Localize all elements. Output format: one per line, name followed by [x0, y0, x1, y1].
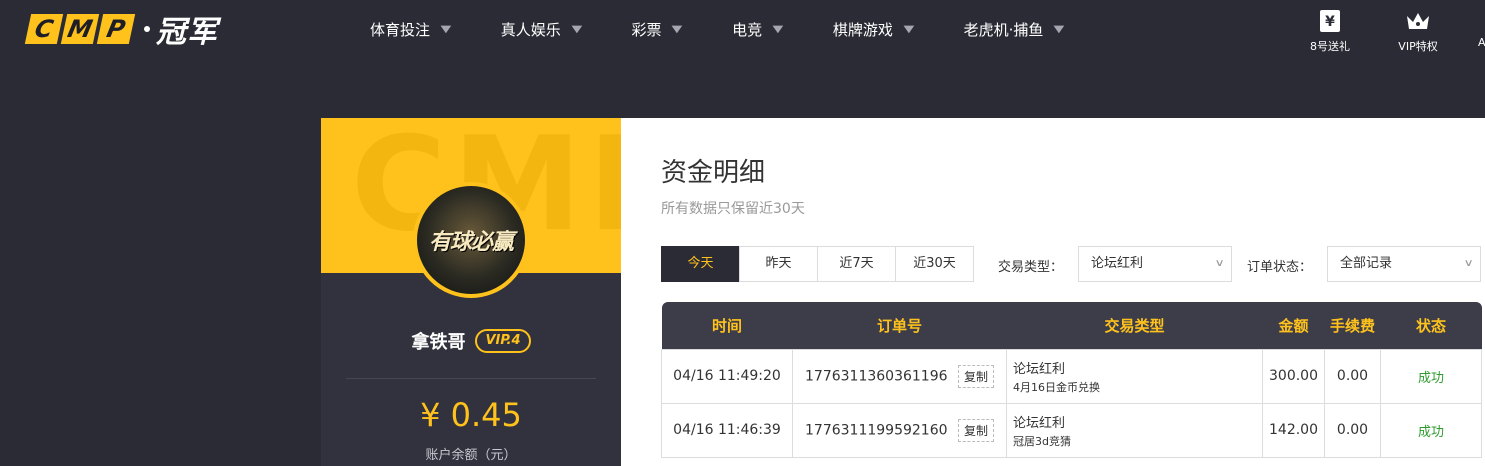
header-amount: 金额: [1262, 302, 1325, 349]
menu-item-card-games[interactable]: 棋牌游戏 ▼: [832, 0, 915, 60]
logo-dot: [144, 26, 150, 32]
status-badge: 成功: [1417, 370, 1444, 386]
header-type: 交易类型: [1006, 302, 1263, 349]
username-row: 拿铁哥 VIP.4: [321, 328, 621, 354]
row-fee: 0.00: [1324, 348, 1381, 404]
vip-privilege-button[interactable]: VIP特权: [1388, 8, 1448, 54]
row-type-detail: 4月16日金币兑换: [1013, 380, 1100, 394]
main-menu: 体育投注 ▼ 真人娱乐 ▼ 彩票 ▼ 电竞 ▼ 棋牌游戏 ▼ 老虎机·捕鱼 ▼: [370, 0, 1114, 60]
chevron-down-icon: ▼: [571, 24, 582, 35]
username: 拿铁哥: [411, 332, 466, 353]
chevron-down-icon: ∨: [1463, 258, 1474, 269]
chevron-down-icon: ▼: [671, 24, 683, 35]
row-status-cell: 成功: [1380, 348, 1482, 404]
profile-card: CMP 有球必赢 拿铁哥 VIP.4 ¥ 0.45 账户余额（元）: [321, 118, 621, 466]
transaction-type-value: 论坛红利: [1091, 256, 1144, 271]
order-status-label: 订单状态：: [1247, 260, 1313, 275]
logo-letter-c: C: [24, 14, 64, 44]
transactions-table: 时间 订单号 交易类型 金额 手续费 状态 04/16 11:49:20 177…: [661, 302, 1482, 458]
logo-letter-m: M: [60, 14, 100, 44]
tab-30-days[interactable]: 近30天: [895, 246, 974, 282]
menu-item-label: 电竞: [732, 21, 763, 39]
avatar-text: 有球必赢: [428, 230, 514, 255]
menu-item-slots-fishing[interactable]: 老虎机·捕鱼 ▼: [963, 0, 1065, 60]
copy-button[interactable]: 复制: [957, 364, 994, 388]
row-type-cell: 论坛红利 4月16日金币兑换: [1006, 348, 1263, 404]
row-time: 04/16 11:46:39: [661, 402, 793, 458]
chevron-down-icon: ▼: [903, 24, 915, 35]
gift-8th-label: 8号送礼: [1310, 40, 1350, 53]
chevron-down-icon: ∨: [1214, 258, 1225, 269]
row-order-cell: 1776311360361196 复制: [792, 348, 1007, 404]
header-order-no: 订单号: [792, 302, 1007, 349]
menu-item-label: 彩票: [631, 21, 662, 39]
table-row: 04/16 11:46:39 1776311199592160 复制 论坛红利 …: [661, 402, 1482, 458]
top-nav: C M P 冠军 体育投注 ▼ 真人娱乐 ▼ 彩票 ▼ 电竞 ▼ 棋牌游戏 ▼ …: [0, 0, 1485, 60]
page-title: 资金明细: [661, 158, 766, 188]
transaction-type-select[interactable]: 论坛红利 ∨: [1078, 246, 1232, 282]
row-order-number: 1776311199592160: [805, 422, 948, 438]
nav-truncated-label[interactable]: A: [1478, 36, 1485, 49]
account-balance-label: 账户余额（元）: [425, 448, 517, 463]
page-subtitle: 所有数据只保留近30天: [661, 201, 805, 217]
row-time: 04/16 11:49:20: [661, 348, 793, 404]
transaction-type-label: 交易类型：: [998, 260, 1064, 275]
profile-divider: [346, 378, 596, 379]
tab-7-days[interactable]: 近7天: [817, 246, 896, 282]
table-header-row: 时间 订单号 交易类型 金额 手续费 状态: [661, 302, 1482, 349]
row-type-detail: 冠居3d竞猜: [1013, 434, 1071, 448]
header-fee: 手续费: [1324, 302, 1381, 349]
order-status-value: 全部记录: [1340, 256, 1393, 271]
header-status: 状态: [1380, 302, 1482, 349]
menu-item-label: 体育投注: [370, 21, 431, 39]
svg-text:¥: ¥: [1325, 14, 1335, 30]
logo-brand: 冠军: [156, 15, 218, 50]
menu-item-live-casino[interactable]: 真人娱乐 ▼: [500, 0, 582, 60]
yen-ticket-icon: ¥: [1300, 8, 1360, 34]
vip-privilege-label: VIP特权: [1398, 40, 1438, 53]
status-badge: 成功: [1417, 424, 1444, 440]
row-amount: 142.00: [1262, 402, 1325, 458]
copy-button[interactable]: 复制: [957, 418, 994, 442]
crown-icon: [1388, 8, 1448, 34]
row-amount: 300.00: [1262, 348, 1325, 404]
table-row: 04/16 11:49:20 1776311360361196 复制 论坛红利 …: [661, 348, 1482, 404]
row-type: 论坛红利: [1013, 415, 1066, 431]
chevron-down-icon: ▼: [772, 24, 784, 35]
account-balance: ¥ 0.45: [420, 396, 522, 434]
row-type-cell: 论坛红利 冠居3d竞猜: [1006, 402, 1263, 458]
menu-item-esports[interactable]: 电竞 ▼: [732, 0, 784, 60]
row-type: 论坛红利: [1013, 361, 1066, 377]
chevron-down-icon: ▼: [1053, 24, 1065, 35]
row-fee: 0.00: [1324, 402, 1381, 458]
vip-badge: VIP.4: [475, 329, 531, 353]
menu-item-sports[interactable]: 体育投注 ▼: [370, 0, 452, 60]
tab-yesterday[interactable]: 昨天: [739, 246, 818, 282]
fund-details-panel: 资金明细 所有数据只保留近30天 今天 昨天 近7天 近30天 交易类型： 论坛…: [621, 118, 1485, 466]
logo-letter-p: P: [96, 14, 136, 44]
row-order-number: 1776311360361196: [805, 368, 948, 384]
row-status-cell: 成功: [1380, 402, 1482, 458]
gift-8th-button[interactable]: ¥ 8号送礼: [1300, 8, 1360, 54]
tab-today[interactable]: 今天: [661, 246, 740, 282]
chevron-down-icon: ▼: [440, 24, 452, 35]
menu-item-lottery[interactable]: 彩票 ▼: [631, 0, 683, 60]
menu-item-label: 老虎机·捕鱼: [963, 21, 1044, 39]
menu-item-label: 真人娱乐: [500, 21, 561, 39]
order-status-select[interactable]: 全部记录 ∨: [1327, 246, 1481, 282]
menu-item-label: 棋牌游戏: [832, 21, 893, 39]
header-time: 时间: [661, 302, 793, 349]
nav-right: ¥ 8号送礼 VIP特权: [1300, 8, 1476, 54]
avatar[interactable]: 有球必赢: [413, 182, 529, 298]
date-range-tabs: 今天 昨天 近7天 近30天: [661, 246, 974, 282]
row-order-cell: 1776311199592160 复制: [792, 402, 1007, 458]
logo[interactable]: C M P 冠军: [24, 12, 218, 50]
